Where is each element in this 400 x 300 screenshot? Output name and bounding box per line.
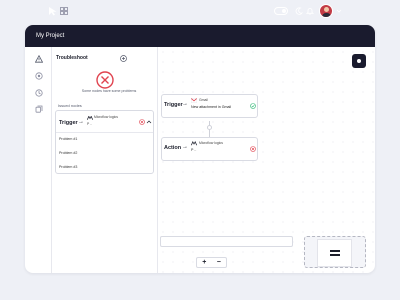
error-icon (139, 119, 145, 125)
rail-history-button[interactable] (34, 88, 43, 97)
bell-icon[interactable] (306, 7, 314, 15)
top-bar: My Project (25, 25, 375, 47)
issued-node-subtitle: P .. (87, 122, 93, 126)
dot-icon (357, 59, 361, 63)
grid-icon[interactable] (60, 7, 68, 15)
issued-nodes-label: Issued nodes (58, 103, 82, 108)
action-node[interactable]: Action → Microflow logics P .. (161, 137, 258, 161)
plus-icon[interactable] (120, 55, 127, 62)
canvas-input-bar[interactable] (160, 236, 293, 247)
moon-icon[interactable] (295, 7, 303, 15)
connector-handle[interactable] (207, 125, 212, 130)
microflow-icon (191, 141, 197, 146)
problem-summary: Some nodes have some problems (81, 89, 137, 93)
gmail-icon (191, 98, 197, 103)
node-app-name: Gmail (199, 98, 208, 102)
check-circle-icon (250, 103, 256, 109)
node-label: Trigger (164, 102, 183, 108)
minimap-viewport[interactable] (317, 239, 352, 267)
avatar[interactable] (319, 4, 333, 18)
issued-node-label: Trigger (59, 120, 78, 126)
issued-node-header[interactable]: Trigger → Microflow logics P .. (56, 111, 153, 133)
chevron-down-icon[interactable] (336, 8, 342, 14)
trigger-node[interactable]: Trigger → Gmail New attachment in Gmail (161, 94, 258, 118)
issued-node-card[interactable]: Trigger → Microflow logics P .. Problem … (55, 110, 154, 174)
rail-copy-button[interactable] (34, 104, 43, 113)
panel-title: Troubleshoot (56, 55, 88, 61)
circle-icon (34, 71, 43, 80)
problem-item[interactable]: Problem #1 (59, 137, 77, 141)
problem-item[interactable]: Problem #3 (59, 165, 77, 169)
arrow-right-icon: → (182, 144, 188, 150)
warning-icon (34, 54, 43, 63)
node-label: Action (164, 145, 182, 151)
error-icon (250, 146, 256, 152)
rail-warning-button[interactable] (34, 54, 43, 63)
left-rail (25, 47, 52, 273)
zoom-in-button[interactable]: + (197, 258, 212, 267)
node-app-name: Microflow logics (199, 141, 223, 145)
zoom-out-button[interactable]: − (212, 258, 227, 267)
avatar-head (324, 7, 329, 12)
chevron-up-icon[interactable] (146, 119, 152, 125)
node-description: New attachment in Gmail (191, 105, 232, 109)
microflow-icon (87, 116, 93, 120)
arrow-right-icon: → (78, 119, 84, 125)
issued-node-app: Microflow logics (94, 115, 118, 119)
add-node-button[interactable] (352, 54, 366, 68)
error-x-icon (96, 71, 114, 89)
copy-icon (35, 105, 42, 113)
cursor-icon[interactable] (48, 6, 58, 16)
avatar-body (322, 13, 331, 17)
zoom-controls: + − (196, 257, 227, 268)
rail-settings-button[interactable] (34, 71, 43, 80)
arrow-right-icon: → (182, 101, 188, 107)
toggle-knob (282, 9, 286, 13)
minimap[interactable] (304, 236, 366, 268)
clock-icon (34, 88, 43, 97)
problem-item[interactable]: Problem #2 (59, 151, 77, 155)
project-title[interactable]: My Project (36, 33, 64, 39)
node-description: P .. (191, 148, 197, 152)
theme-toggle[interactable] (274, 7, 288, 15)
minimap-node-icon (329, 250, 340, 256)
